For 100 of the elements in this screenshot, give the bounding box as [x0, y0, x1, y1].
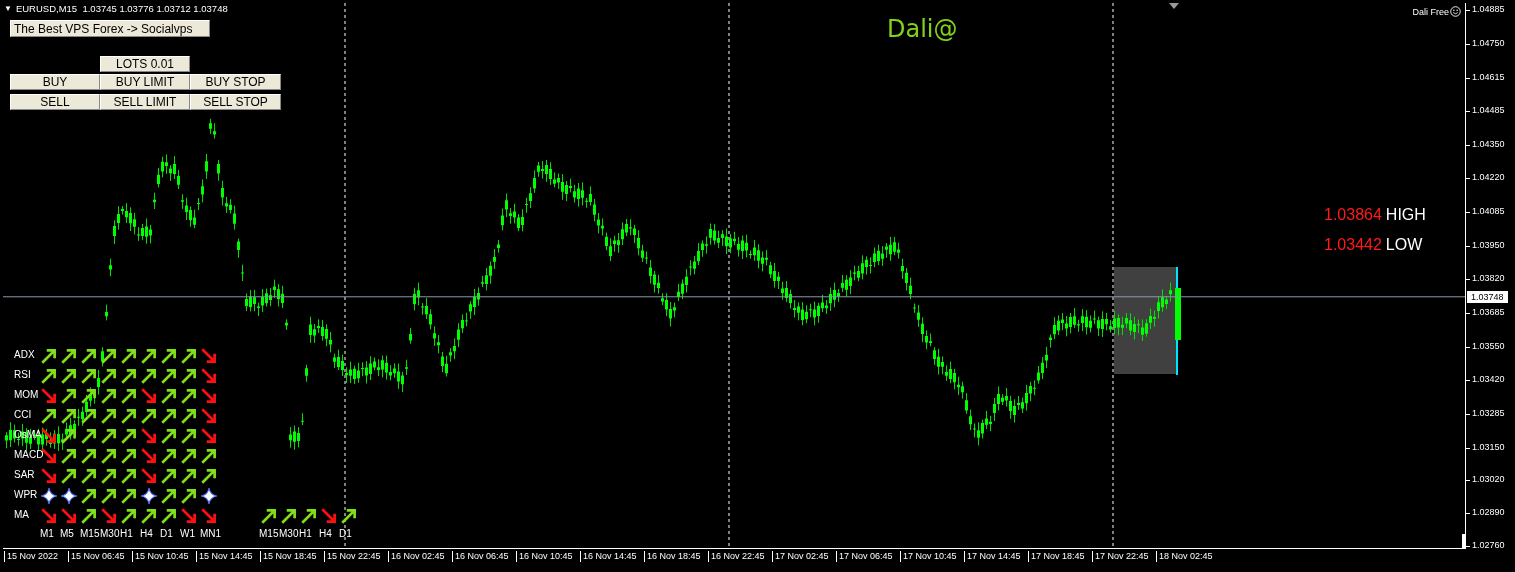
up-arrow-icon	[120, 387, 138, 405]
up-arrow-icon	[80, 387, 98, 405]
star-icon	[200, 487, 218, 505]
price-label: 1.03285	[1472, 407, 1505, 418]
timeframe-label: M15	[259, 528, 279, 539]
time-label: 15 Nov 2022	[4, 551, 59, 562]
order-button[interactable]: BUY LIMIT	[100, 74, 190, 90]
price-label: 1.03150	[1472, 441, 1505, 452]
price-label: 1.04750	[1472, 38, 1505, 49]
down-arrow-icon	[40, 387, 58, 405]
down-arrow-icon	[60, 507, 78, 525]
up-arrow-icon	[280, 507, 298, 525]
down-arrow-icon	[200, 347, 218, 365]
price-label: 1.04485	[1472, 104, 1505, 115]
up-arrow-icon	[100, 487, 118, 505]
up-arrow-icon	[120, 407, 138, 425]
down-arrow-icon	[200, 387, 218, 405]
time-label: 16 Nov 06:45	[452, 551, 509, 562]
down-arrow-icon	[200, 407, 218, 425]
down-arrow-icon	[200, 367, 218, 385]
dropdown-arrow[interactable]: ▼	[4, 4, 12, 13]
timeframe-label: M15	[80, 528, 100, 539]
up-arrow-icon	[100, 447, 118, 465]
price-label: 1.03685	[1472, 306, 1505, 317]
up-arrow-icon	[120, 467, 138, 485]
up-arrow-icon	[160, 427, 178, 445]
timeframe-label: D1	[160, 528, 173, 539]
order-button[interactable]: SELL LIMIT	[100, 94, 190, 110]
up-arrow-icon	[120, 367, 138, 385]
up-arrow-icon	[180, 487, 198, 505]
price-label: 1.04350	[1472, 138, 1505, 149]
price-label: 1.04220	[1472, 171, 1505, 182]
up-arrow-icon	[160, 467, 178, 485]
timeframe-label: M1	[40, 528, 54, 539]
up-arrow-icon	[100, 367, 118, 385]
order-button[interactable]: SELL	[10, 94, 100, 110]
price-label: 1.02760	[1472, 540, 1505, 550]
up-arrow-icon	[180, 367, 198, 385]
indicator-name: MA	[14, 509, 29, 520]
up-arrow-icon	[60, 367, 78, 385]
level-label: LOW	[1385, 236, 1423, 254]
current-candle	[1175, 288, 1181, 340]
time-label: 16 Nov 18:45	[644, 551, 701, 562]
indicator-name: ADX	[14, 349, 35, 360]
time-label: 16 Nov 10:45	[516, 551, 573, 562]
timeframe-label: M30	[279, 528, 299, 539]
indicator-title: Dali Free	[1412, 6, 1449, 17]
up-arrow-icon	[260, 507, 278, 525]
up-arrow-icon	[120, 447, 138, 465]
up-arrow-icon	[80, 407, 98, 425]
up-arrow-icon	[300, 507, 318, 525]
order-button[interactable]: BUY STOP	[190, 74, 281, 90]
promo-button[interactable]: The Best VPS Forex -> Socialvps	[10, 20, 210, 37]
up-arrow-icon	[80, 487, 98, 505]
up-arrow-icon	[140, 347, 158, 365]
price-label: 1.03550	[1472, 340, 1505, 351]
timeframe-label: H1	[120, 528, 133, 539]
up-arrow-icon	[120, 507, 138, 525]
up-arrow-icon	[180, 447, 198, 465]
up-arrow-icon	[60, 467, 78, 485]
lots-button[interactable]: LOTS 0.01	[100, 56, 190, 72]
star-icon	[40, 487, 58, 505]
price-label: 1.03950	[1472, 239, 1505, 250]
down-arrow-icon	[200, 427, 218, 445]
up-arrow-icon	[200, 467, 218, 485]
down-arrow-icon	[40, 507, 58, 525]
timeframe-label: MN1	[200, 528, 222, 539]
up-arrow-icon	[80, 347, 98, 365]
timeframe-label: D1	[339, 528, 352, 539]
order-button[interactable]: BUY	[10, 74, 100, 90]
up-arrow-icon	[60, 447, 78, 465]
up-arrow-icon	[140, 507, 158, 525]
order-button[interactable]: SELL STOP	[190, 94, 281, 110]
time-label: 15 Nov 14:45	[196, 551, 253, 562]
up-arrow-icon	[160, 507, 178, 525]
price-label: 1.04885	[1472, 4, 1505, 14]
down-arrow-icon	[140, 387, 158, 405]
up-arrow-icon	[100, 387, 118, 405]
star-icon	[140, 487, 158, 505]
up-arrow-icon	[40, 407, 58, 425]
time-label: 17 Nov 10:45	[900, 551, 957, 562]
timeframe-label: H4	[319, 528, 332, 539]
price-label: 1.04615	[1472, 72, 1505, 83]
timeframe-label: M5	[60, 528, 74, 539]
price-label: 1.03420	[1472, 373, 1505, 384]
up-arrow-icon	[180, 387, 198, 405]
timeframe-label: H4	[140, 528, 153, 539]
time-label: 16 Nov 02:45	[388, 551, 445, 562]
up-arrow-icon	[160, 387, 178, 405]
time-label: 17 Nov 06:45	[836, 551, 893, 562]
indicator-name: OsMA	[14, 429, 42, 440]
level-price: 1.03864	[1324, 206, 1382, 224]
time-label: 15 Nov 10:45	[132, 551, 189, 562]
triangle-icon[interactable]	[1169, 3, 1179, 9]
down-arrow-icon	[100, 507, 118, 525]
time-label: 16 Nov 22:45	[708, 551, 765, 562]
price-label: 1.02890	[1472, 507, 1505, 518]
up-arrow-icon	[160, 447, 178, 465]
down-arrow-icon	[200, 507, 218, 525]
up-arrow-icon	[180, 347, 198, 365]
